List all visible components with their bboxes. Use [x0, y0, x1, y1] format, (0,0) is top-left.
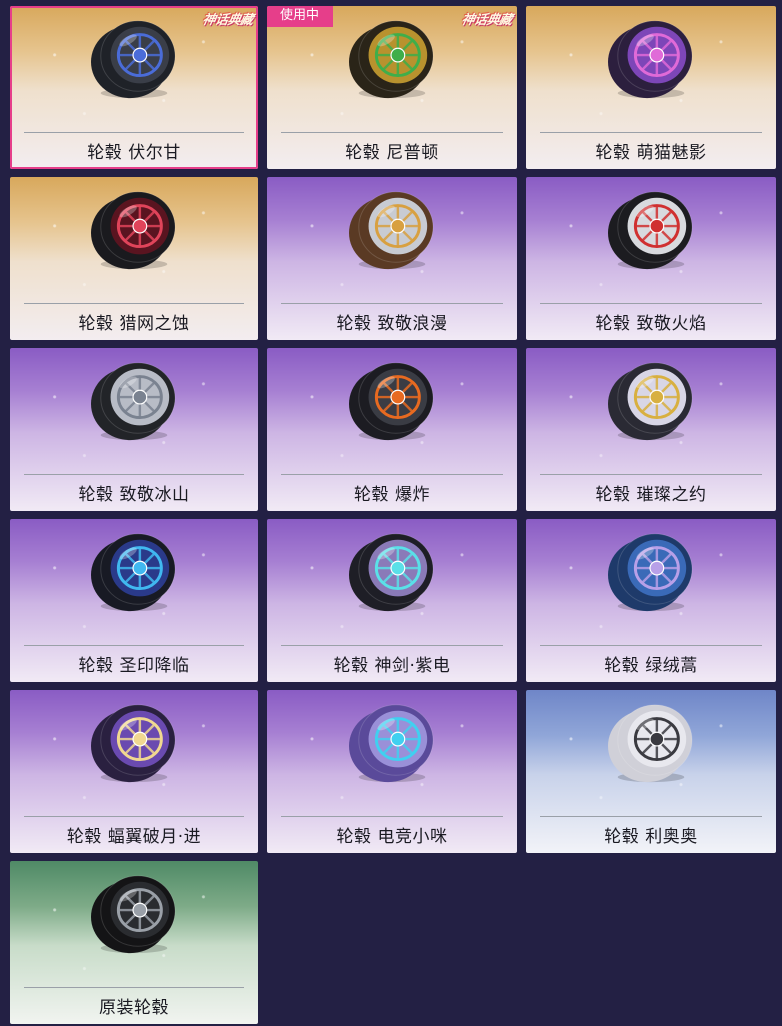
wheel-image: [349, 533, 434, 612]
label-divider: [281, 303, 503, 304]
wheel-image: [349, 362, 434, 441]
label-divider: [540, 816, 762, 817]
wheel-name-label: 轮毂 璀璨之约: [595, 485, 707, 505]
wheel-card[interactable]: 轮毂 蝠翼破月·进: [10, 690, 258, 853]
label-divider: [24, 987, 244, 988]
wheel-hub: [649, 560, 665, 576]
wheel-image: [608, 191, 693, 270]
wheel-grid: 神话典藏 轮毂 伏尔甘 使用中 神话典藏 轮毂 尼普顿 轮毂 萌猫魅影 轮毂 猎网之蚀…: [10, 6, 776, 1024]
wheel-image: [349, 704, 434, 783]
label-divider: [24, 816, 244, 817]
wheel-image: [91, 533, 176, 612]
wheel-name-label: 轮毂 神剑·紫电: [333, 656, 451, 676]
wheel-image: [349, 20, 434, 99]
wheel-card[interactable]: 轮毂 璀璨之约: [526, 348, 776, 511]
wheel-name-label: 轮毂 致敬浪漫: [336, 314, 448, 334]
wheel-name-label: 轮毂 爆炸: [354, 485, 430, 505]
label-divider: [281, 645, 503, 646]
wheel-image: [608, 362, 693, 441]
wheel-image: [91, 875, 176, 954]
wheel-name-label: 轮毂 致敬火焰: [595, 314, 707, 334]
wheel-card[interactable]: 轮毂 爆炸: [267, 348, 517, 511]
wheel-name-label: 轮毂 绿绒蒿: [604, 656, 698, 676]
wheel-card[interactable]: 轮毂 萌猫魅影: [526, 6, 776, 169]
wheel-hub: [390, 731, 406, 747]
wheel-card[interactable]: 神话典藏轮毂 伏尔甘: [10, 6, 258, 169]
wheel-name-label: 轮毂 利奥奥: [604, 827, 698, 847]
wheel-hub: [132, 560, 148, 576]
label-divider: [281, 474, 503, 475]
wheel-image: [91, 191, 176, 270]
wheel-image: [91, 362, 176, 441]
wheel-image: [608, 20, 693, 99]
series-logo-badge: 神话典藏: [201, 13, 254, 28]
label-divider: [24, 645, 244, 646]
wheel-image: [608, 704, 693, 783]
series-logo-badge: 神话典藏: [460, 13, 513, 28]
wheel-name-label: 轮毂 电竞小咪: [336, 827, 448, 847]
wheel-hub: [132, 902, 148, 918]
wheel-hub: [132, 218, 148, 234]
label-divider: [540, 645, 762, 646]
wheel-name-label: 轮毂 伏尔甘: [87, 143, 181, 163]
wheel-name-label: 轮毂 猎网之蚀: [78, 314, 190, 334]
wheel-hub: [132, 47, 148, 63]
wheel-card[interactable]: 原装轮毂: [10, 861, 258, 1024]
wheel-hub: [132, 389, 148, 405]
wheel-name-label: 轮毂 蝠翼破月·进: [66, 827, 202, 847]
wheel-image: [91, 704, 176, 783]
wheel-hub: [390, 218, 406, 234]
wheel-card[interactable]: 轮毂 致敬冰山: [10, 348, 258, 511]
label-divider: [281, 132, 503, 133]
wheel-hub: [649, 389, 665, 405]
wheel-image: [349, 191, 434, 270]
wheel-name-label: 原装轮毂: [99, 998, 169, 1018]
label-divider: [24, 303, 244, 304]
wheel-image: [91, 20, 176, 99]
wheel-hub: [390, 560, 406, 576]
wheel-hub: [390, 47, 406, 63]
wheel-card[interactable]: 轮毂 神剑·紫电: [267, 519, 517, 682]
wheel-name-label: 轮毂 圣印降临: [78, 656, 190, 676]
wheel-card[interactable]: 轮毂 电竞小咪: [267, 690, 517, 853]
label-divider: [24, 132, 244, 133]
wheel-card[interactable]: 轮毂 致敬浪漫: [267, 177, 517, 340]
wheel-card[interactable]: 轮毂 绿绒蒿: [526, 519, 776, 682]
label-divider: [281, 816, 503, 817]
label-divider: [540, 132, 762, 133]
label-divider: [540, 303, 762, 304]
wheel-hub: [649, 218, 665, 234]
wheel-card[interactable]: 轮毂 猎网之蚀: [10, 177, 258, 340]
in-use-badge: 使用中: [267, 6, 334, 27]
wheel-hub: [390, 389, 406, 405]
wheel-name-label: 轮毂 致敬冰山: [78, 485, 190, 505]
wheel-card[interactable]: 使用中 神话典藏轮毂 尼普顿: [267, 6, 517, 169]
wheel-name-label: 轮毂 尼普顿: [345, 143, 439, 163]
wheel-hub: [649, 47, 665, 63]
label-divider: [540, 474, 762, 475]
wheel-name-label: 轮毂 萌猫魅影: [595, 143, 707, 163]
wheel-card[interactable]: 轮毂 利奥奥: [526, 690, 776, 853]
label-divider: [24, 474, 244, 475]
wheel-card[interactable]: 轮毂 圣印降临: [10, 519, 258, 682]
wheel-card[interactable]: 轮毂 致敬火焰: [526, 177, 776, 340]
wheel-image: [608, 533, 693, 612]
wheel-hub: [132, 731, 148, 747]
wheel-hub: [649, 731, 665, 747]
